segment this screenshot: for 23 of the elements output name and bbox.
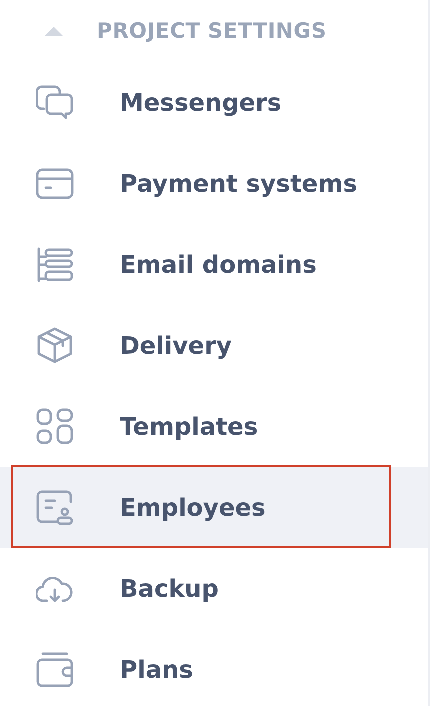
profile-card-icon: [36, 488, 74, 526]
menu-item[interactable]: Plans: [0, 629, 428, 706]
menu-item[interactable]: Backup: [0, 548, 428, 629]
box-icon: [36, 326, 74, 364]
menu-item[interactable]: Messengers: [0, 62, 428, 143]
menu-item-label: Delivery: [120, 332, 232, 360]
grid-icon: [36, 408, 74, 446]
menu-item-label: Payment systems: [120, 170, 358, 198]
menu-item[interactable]: Employees: [0, 467, 428, 548]
menu-item-label: Plans: [120, 656, 194, 684]
menu-item-label: Backup: [120, 574, 219, 602]
chat-bubbles-icon: [36, 84, 74, 122]
menu-item[interactable]: Email domains: [0, 224, 428, 305]
menu-item[interactable]: Payment systems: [0, 143, 428, 224]
menu-item-label: Templates: [120, 412, 258, 440]
menu-item-label: Email domains: [120, 250, 317, 278]
wallet-icon: [36, 650, 74, 688]
menu-item[interactable]: Templates: [0, 386, 428, 467]
menu-item-label: Messengers: [120, 88, 282, 116]
caret-icon: [43, 25, 65, 37]
menu-item-label: Employees: [120, 494, 266, 522]
menu-item[interactable]: Delivery: [0, 305, 428, 386]
stacked-list-icon: [36, 246, 74, 284]
